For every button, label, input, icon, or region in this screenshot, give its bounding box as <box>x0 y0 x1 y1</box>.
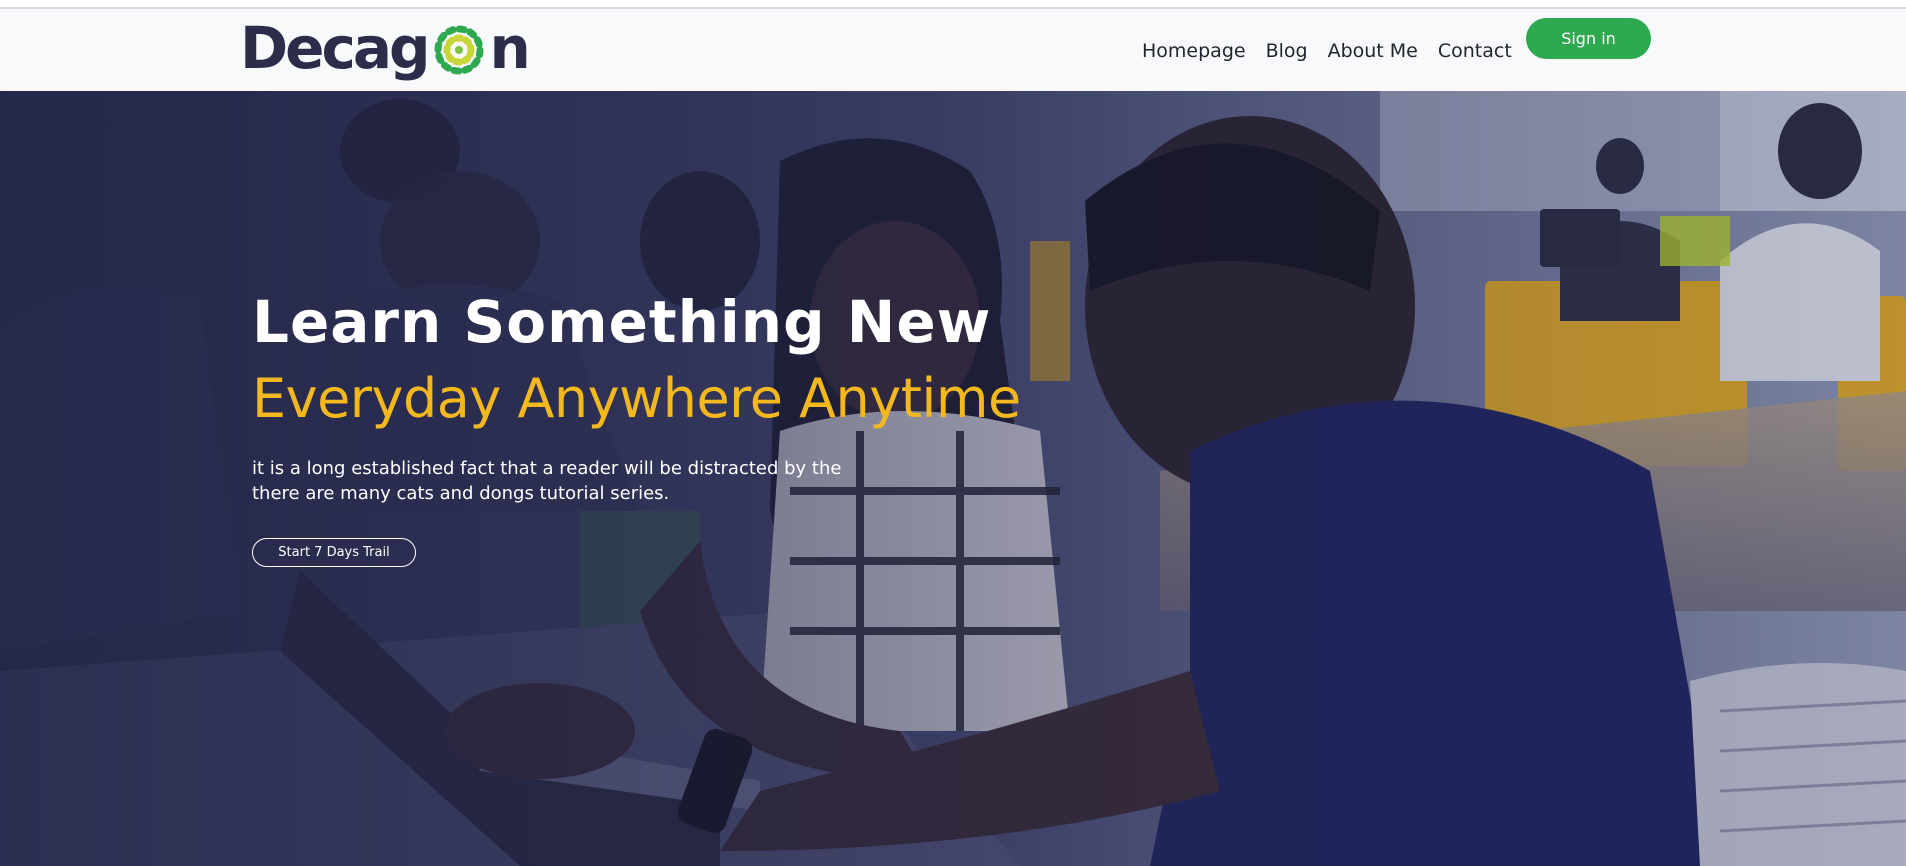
start-trial-button[interactable]: Start 7 Days Trail <box>252 538 416 568</box>
logo-text-left: Decag <box>240 14 431 82</box>
hero-subtitle: Everyday Anywhere Anytime <box>252 366 1021 430</box>
nav-link-about-me[interactable]: About Me <box>1328 40 1418 62</box>
nav-link-blog[interactable]: Blog <box>1266 40 1308 62</box>
nav-link-contact[interactable]: Contact <box>1438 40 1512 62</box>
hero-description: it is a long established fact that a rea… <box>252 458 842 505</box>
hero-section: Learn Something New Everyday Anywhere An… <box>0 91 1906 866</box>
sign-in-button[interactable]: Sign in <box>1526 18 1651 59</box>
nav-link-homepage[interactable]: Homepage <box>1142 40 1246 62</box>
decagon-logo[interactable]: Decag n <box>240 14 531 82</box>
browser-top-line <box>0 0 1906 9</box>
hero-content: Learn Something New Everyday Anywhere An… <box>252 288 1021 568</box>
top-navbar: Decag n Homepage Blog About Me Contact S… <box>0 9 1906 91</box>
hero-title: Learn Something New <box>252 288 992 356</box>
main-nav: Homepage Blog About Me Contact <box>1142 31 1532 71</box>
logo-text-right: n <box>489 14 531 82</box>
dotted-ring-icon <box>434 25 484 75</box>
